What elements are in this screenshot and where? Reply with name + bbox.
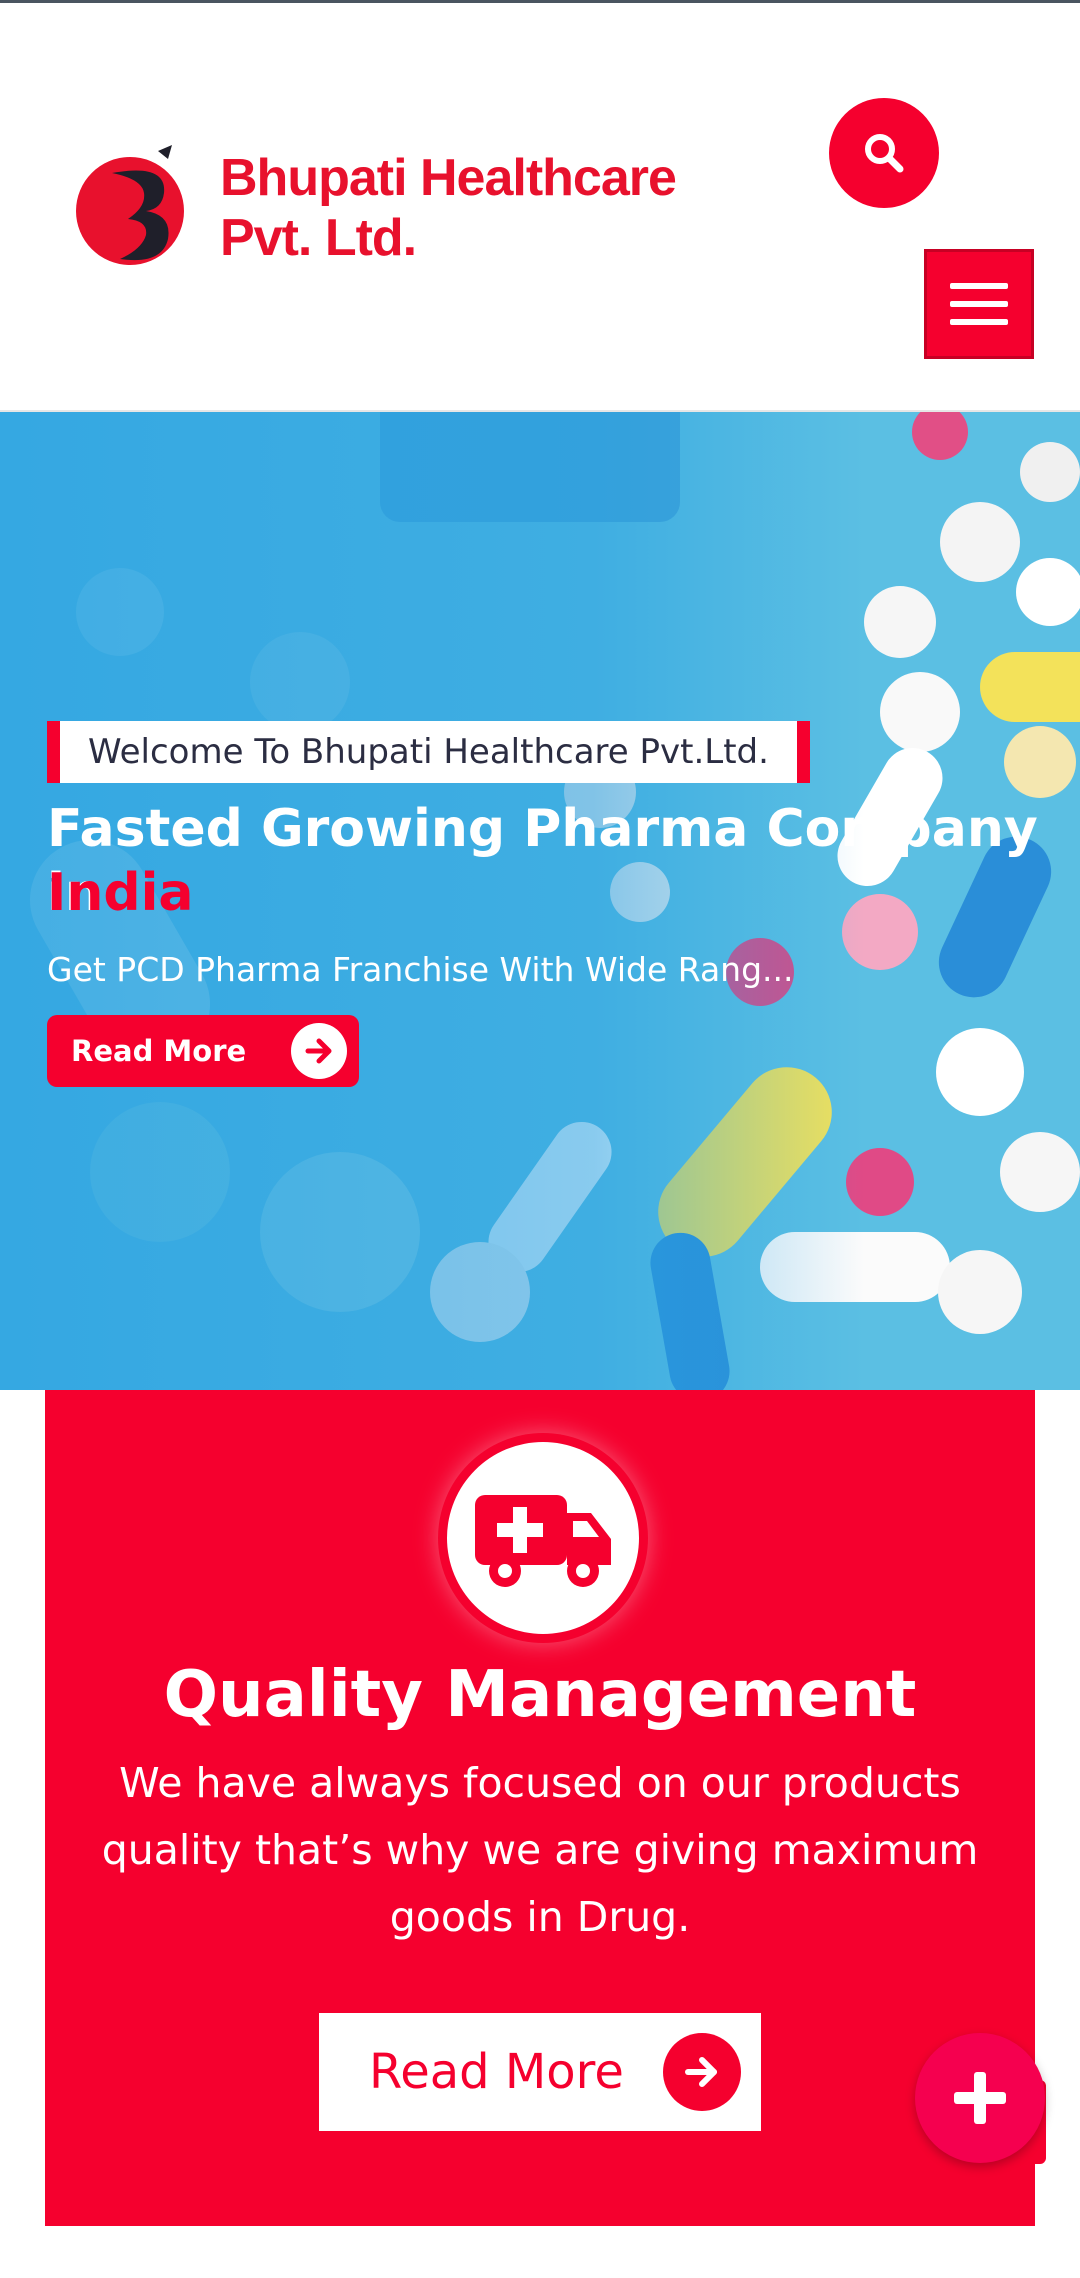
search-button[interactable] — [829, 98, 939, 208]
feature-title: Quality Management — [163, 1658, 917, 1732]
feature-description: We have always focused on our products q… — [101, 1759, 979, 1941]
site-header: Bhupati Healthcare Pvt. Ltd. — [0, 3, 1080, 412]
hero-title: Fasted Growing Pharma Company in — [47, 799, 1038, 923]
brand-name: Bhupati Healthcare Pvt. Ltd. — [220, 149, 677, 267]
hero-read-more-label: Read More — [71, 1034, 247, 1068]
ambulance-icon — [475, 1495, 611, 1587]
hero-subtitle: Get PCD Pharma Franchise With Wide Rang.… — [47, 950, 794, 989]
feature-read-more-button[interactable]: Read More — [319, 2013, 761, 2131]
feature-read-more-label: Read More — [369, 2044, 624, 2100]
arrow-right-icon — [291, 1023, 347, 1079]
feature-icon-badge — [438, 1433, 648, 1643]
hero-banner: Welcome To Bhupati Healthcare Pvt.Ltd. F… — [0, 412, 1080, 1390]
quality-management-card: Quality Management We have always focuse… — [45, 1390, 1035, 2226]
hamburger-icon-bar — [950, 319, 1008, 325]
hamburger-icon-bar — [950, 283, 1008, 289]
menu-button[interactable] — [924, 249, 1034, 359]
hero-title-accent: India — [47, 863, 194, 923]
welcome-banner: Welcome To Bhupati Healthcare Pvt.Ltd. — [47, 721, 810, 783]
brand-logo[interactable]: Bhupati Healthcare Pvt. Ltd. — [72, 143, 772, 273]
logo-mark-icon — [72, 143, 202, 273]
hamburger-icon-bar — [950, 301, 1008, 307]
floating-action-button[interactable] — [915, 2033, 1045, 2163]
hero-read-more-button[interactable]: Read More — [47, 1015, 359, 1087]
arrow-right-icon — [663, 2033, 741, 2111]
search-icon — [865, 134, 904, 173]
plus-icon — [954, 2072, 1006, 2124]
